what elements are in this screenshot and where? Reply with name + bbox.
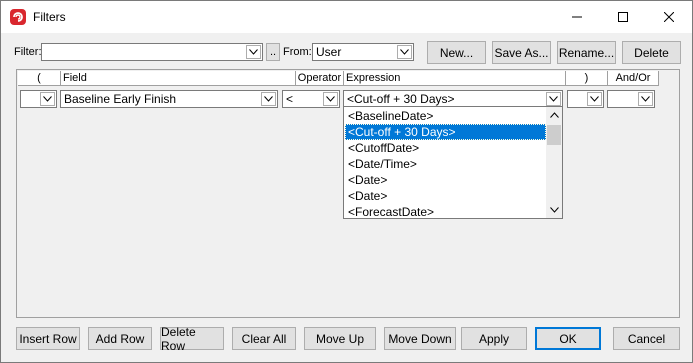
and-or-combo[interactable] bbox=[607, 90, 655, 108]
field-value: Baseline Early Finish bbox=[64, 92, 177, 106]
title-bar: Filters bbox=[1, 1, 692, 33]
scroll-down-icon[interactable] bbox=[546, 202, 562, 218]
operator-value: < bbox=[286, 92, 294, 106]
delete-button[interactable]: Delete bbox=[622, 41, 681, 64]
dropdown-option[interactable]: <Date> bbox=[345, 172, 546, 188]
chevron-down-icon[interactable] bbox=[261, 92, 276, 106]
chevron-down-icon[interactable] bbox=[546, 92, 561, 106]
close-paren-combo[interactable] bbox=[567, 90, 604, 108]
chevron-down-icon[interactable] bbox=[40, 92, 55, 106]
window-title: Filters bbox=[33, 10, 66, 24]
browse-filter-button[interactable]: .. bbox=[266, 43, 280, 61]
chevron-down-icon[interactable] bbox=[397, 45, 412, 59]
ok-button[interactable]: OK bbox=[535, 327, 601, 350]
dropdown-option[interactable]: <BaselineDate> bbox=[345, 108, 546, 124]
chevron-down-icon[interactable] bbox=[323, 92, 338, 106]
column-header-close-paren[interactable]: ) bbox=[566, 71, 608, 86]
chevron-down-icon[interactable] bbox=[638, 92, 653, 106]
from-combo[interactable]: User bbox=[312, 43, 414, 61]
expression-dropdown-list[interactable]: <BaselineDate> <Cut-off + 30 Days> <Cuto… bbox=[343, 106, 563, 219]
column-header-expression[interactable]: Expression bbox=[344, 71, 566, 86]
rename-button[interactable]: Rename... bbox=[557, 41, 616, 64]
column-header-field[interactable]: Field bbox=[61, 71, 296, 86]
column-header-open-paren[interactable]: ( bbox=[18, 71, 61, 86]
scroll-up-icon[interactable] bbox=[546, 107, 562, 123]
close-icon bbox=[664, 12, 674, 22]
scrollbar-thumb[interactable] bbox=[547, 125, 561, 145]
from-value: User bbox=[316, 45, 342, 59]
field-combo[interactable]: Baseline Early Finish bbox=[60, 90, 278, 108]
apply-button[interactable]: Apply bbox=[461, 327, 527, 350]
chevron-down-icon[interactable] bbox=[246, 45, 261, 59]
filter-combo[interactable] bbox=[41, 43, 263, 61]
dropdown-option[interactable]: <ForecastDate> bbox=[345, 204, 546, 218]
app-logo-icon bbox=[10, 9, 26, 25]
add-row-button[interactable]: Add Row bbox=[88, 327, 152, 350]
dropdown-option[interactable]: <CutoffDate> bbox=[345, 140, 546, 156]
delete-row-button[interactable]: Delete Row bbox=[160, 325, 224, 353]
insert-row-button[interactable]: Insert Row bbox=[16, 327, 80, 350]
clear-all-button[interactable]: Clear All bbox=[232, 327, 296, 350]
open-paren-combo[interactable] bbox=[20, 90, 57, 108]
column-header-and-or[interactable]: And/Or bbox=[608, 71, 659, 86]
move-up-button[interactable]: Move Up bbox=[304, 327, 376, 350]
maximize-button[interactable] bbox=[600, 1, 646, 33]
dropdown-scrollbar[interactable] bbox=[546, 107, 562, 218]
new-filter-button[interactable]: New... bbox=[427, 41, 486, 64]
cancel-button[interactable]: Cancel bbox=[613, 327, 680, 350]
close-button[interactable] bbox=[646, 1, 692, 33]
dropdown-option[interactable]: <Date> bbox=[345, 188, 546, 204]
filter-label: Filter: bbox=[14, 46, 42, 58]
filters-dialog: Filters Filter: .. From: User New... Sav… bbox=[0, 0, 693, 363]
from-label: From: bbox=[283, 46, 312, 58]
move-down-button[interactable]: Move Down bbox=[384, 327, 456, 350]
dropdown-option[interactable]: <Date/Time> bbox=[345, 156, 546, 172]
chevron-down-icon[interactable] bbox=[587, 92, 602, 106]
dropdown-option-selected[interactable]: <Cut-off + 30 Days> bbox=[345, 124, 546, 140]
minimize-button[interactable] bbox=[554, 1, 600, 33]
column-header-operator[interactable]: Operator bbox=[296, 71, 344, 86]
expression-value: <Cut-off + 30 Days> bbox=[347, 92, 455, 106]
operator-combo[interactable]: < bbox=[282, 90, 340, 108]
save-as-button[interactable]: Save As... bbox=[492, 41, 551, 64]
